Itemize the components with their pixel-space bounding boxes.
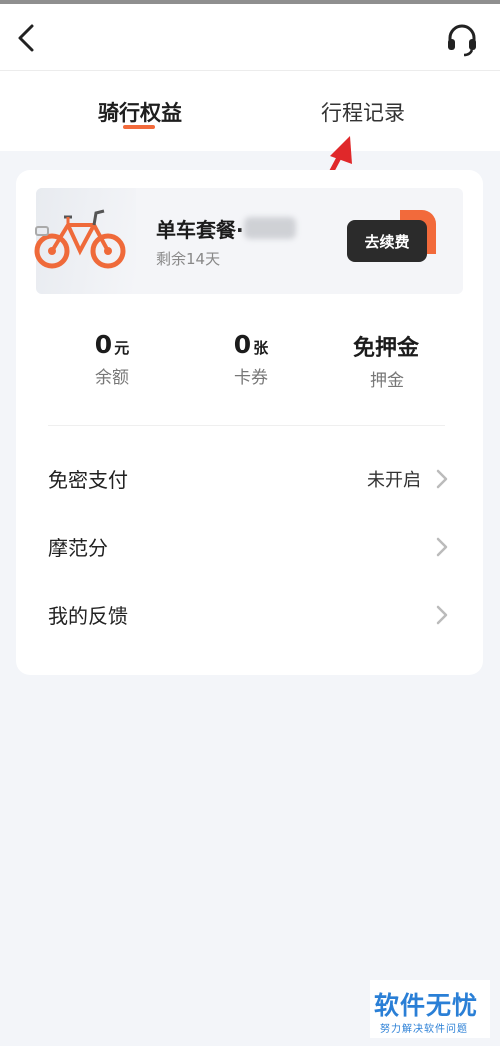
- plan-title: 单车套餐·: [156, 218, 244, 242]
- chevron-right-icon: [436, 537, 448, 557]
- deposit-value: 免押金: [352, 336, 419, 361]
- balance-unit: 元: [114, 339, 130, 357]
- back-arrow-icon: [18, 24, 34, 52]
- watermark-subtitle: 努力解决软件问题: [380, 1024, 468, 1035]
- menu-label: 免密支付: [48, 468, 128, 492]
- tab-bar: 骑行权益 行程记录: [0, 71, 500, 151]
- top-bar: [0, 4, 500, 71]
- balance-label: 余额: [95, 368, 129, 388]
- deposit-label: 押金: [370, 371, 404, 391]
- tab-ride-benefits[interactable]: 骑行权益: [60, 97, 220, 127]
- coupon-unit: 张: [253, 339, 269, 357]
- watermark: 软件无忧 努力解决软件问题: [370, 980, 490, 1038]
- divider: [48, 425, 445, 426]
- headset-icon: [448, 24, 476, 57]
- menu-item-password-free-payment[interactable]: 免密支付 未开启: [16, 448, 483, 508]
- menu-label: 我的反馈: [48, 604, 128, 628]
- deposit-stat[interactable]: 免押金 押金: [327, 330, 447, 391]
- customer-service-button[interactable]: [442, 18, 482, 58]
- balance-stat[interactable]: 0元 余额: [52, 330, 172, 388]
- renew-button[interactable]: 去续费: [347, 220, 427, 262]
- chevron-right-icon: [436, 469, 448, 489]
- bicycle-icon: [34, 209, 126, 269]
- coupon-value: 0: [233, 330, 252, 359]
- tab-trip-records[interactable]: 行程记录: [283, 97, 443, 127]
- plan-name-redacted: [244, 217, 296, 239]
- watermark-title: 软件无忧: [374, 991, 479, 1020]
- plan-remaining-days: 剩余14天: [156, 250, 221, 268]
- menu-value: 未开启: [367, 470, 421, 491]
- coupon-label: 卡券: [234, 368, 268, 388]
- active-tab-indicator: [123, 125, 155, 129]
- menu-label: 摩范分: [48, 536, 108, 560]
- back-button[interactable]: [10, 18, 46, 58]
- menu-item-my-feedback[interactable]: 我的反馈: [16, 584, 483, 644]
- menu-item-model-score[interactable]: 摩范分: [16, 516, 483, 576]
- chevron-right-icon: [436, 605, 448, 625]
- balance-value: 0: [94, 330, 113, 359]
- coupon-stat[interactable]: 0张 卡券: [191, 330, 311, 388]
